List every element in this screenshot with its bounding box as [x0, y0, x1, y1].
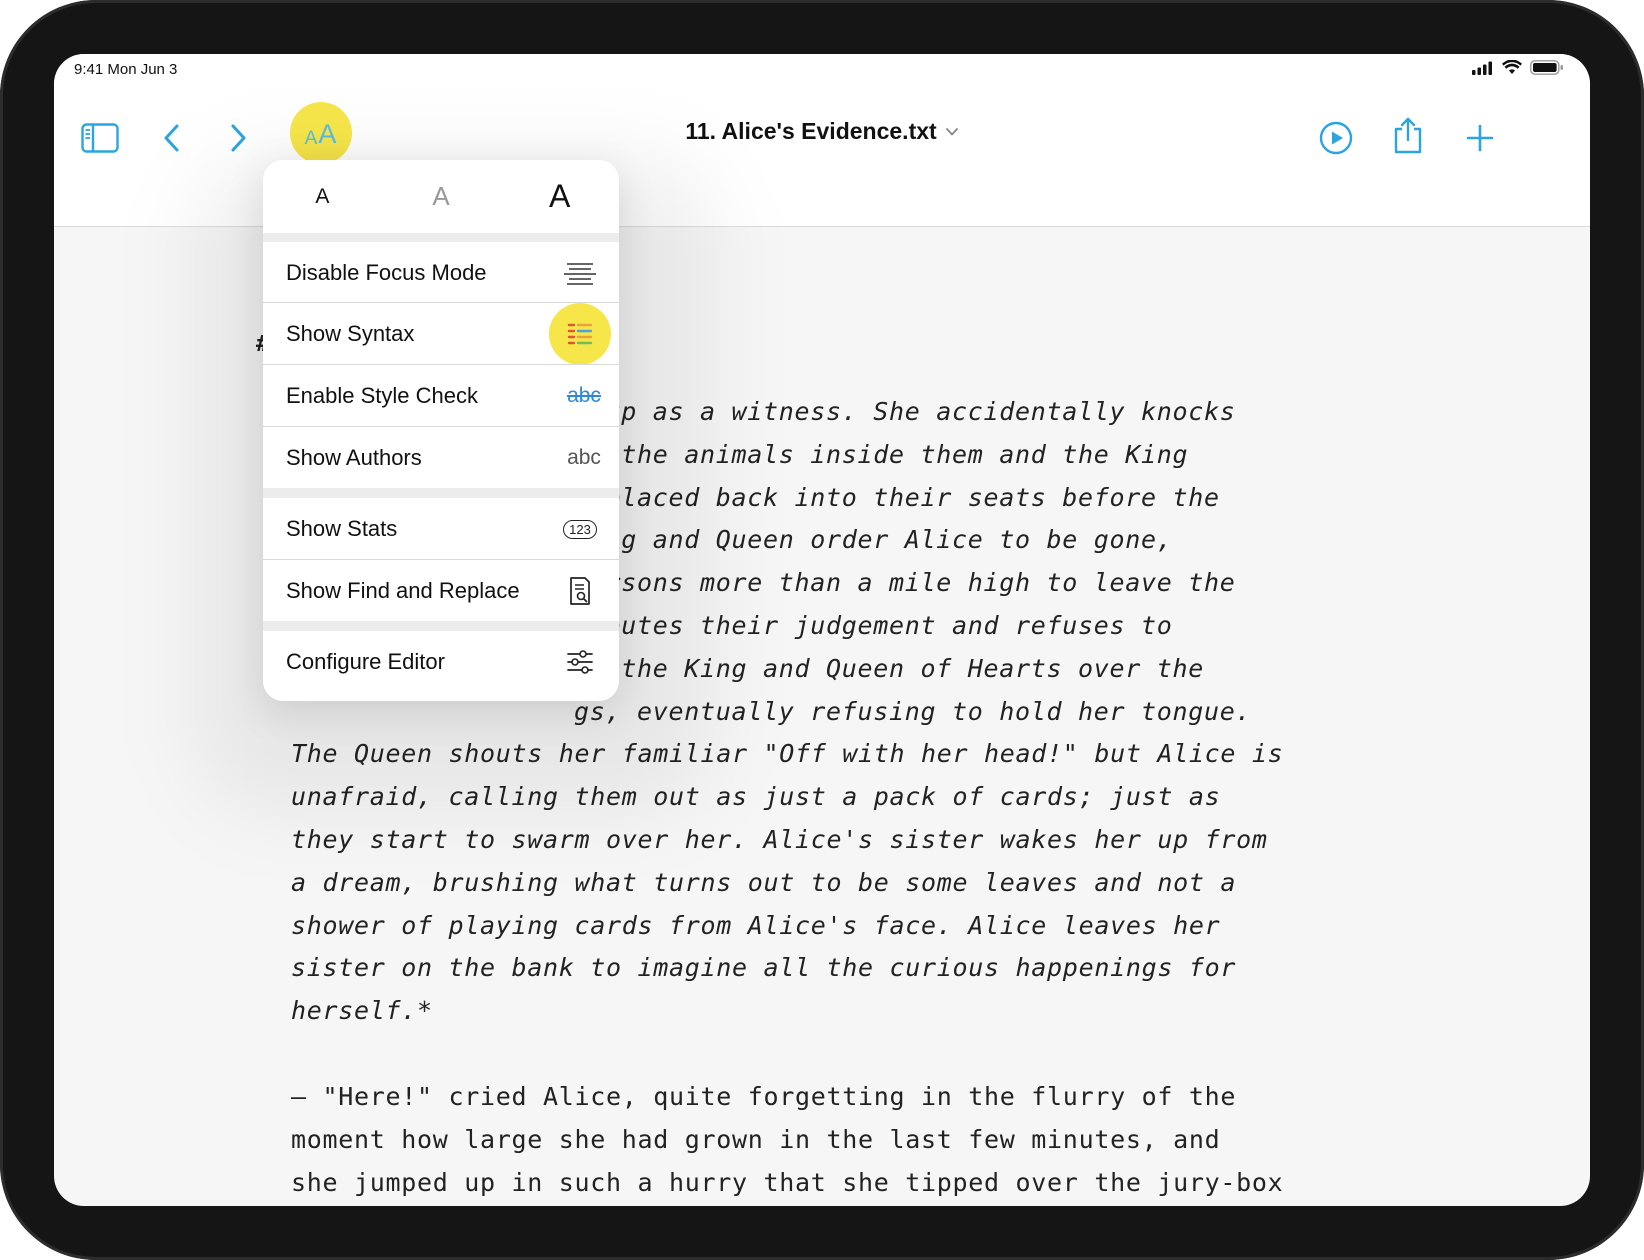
document-line: a dream, brushing what turns out to be s… [291, 867, 1237, 897]
font-size-medium-button[interactable]: A [382, 160, 501, 233]
stats-123-icon: 123 [561, 510, 599, 548]
font-size-large-button[interactable]: A [500, 160, 619, 233]
sliders-icon [561, 643, 599, 681]
document-line: she jumped up in such a hurry that she t… [291, 1167, 1284, 1197]
font-size-small-label: A [315, 184, 330, 208]
font-size-row: A A A [263, 160, 619, 233]
style-check-icon-text: abc [567, 384, 601, 407]
chevron-down-icon [945, 127, 958, 135]
status-time-date: 9:41 Mon Jun 3 [74, 61, 178, 78]
authors-icon-text: abc [567, 446, 601, 469]
document-title-button[interactable]: 11. Alice's Evidence.txt [54, 118, 1590, 145]
menu-item-enable-style-check[interactable]: Enable Style Check abc [263, 365, 619, 426]
font-size-medium-label: A [432, 181, 450, 211]
menu-item-label: Show Stats [286, 516, 398, 541]
menu-item-configure-editor[interactable]: Configure Editor [263, 631, 619, 701]
document-line: they start to swarm over her. Alice's si… [291, 825, 1268, 854]
menu-item-label: Disable Focus Mode [286, 260, 487, 285]
status-bar: 9:41 Mon Jun 3 [54, 54, 1590, 94]
font-size-large-label: A [549, 178, 571, 214]
menu-item-show-syntax[interactable]: Show Syntax [263, 303, 619, 365]
font-size-small-button[interactable]: A [263, 160, 382, 233]
menu-item-label: Show Find and Replace [286, 578, 520, 603]
status-icons [1472, 60, 1564, 75]
menu-item-label: Show Syntax [286, 321, 415, 346]
document-line: herself.* [291, 996, 433, 1026]
document-line: sister on the bank to imagine all the cu… [291, 953, 1237, 983]
menu-item-show-authors[interactable]: Show Authors abc [263, 427, 619, 488]
menu-item-label: Show Authors [286, 445, 422, 470]
menu-item-show-find-replace[interactable]: Show Find and Replace [263, 560, 619, 621]
authors-abc-icon: abc [565, 439, 603, 477]
stats-icon-text: 123 [563, 519, 597, 539]
text-options-menu: A A A Disable Focus Mode Show Syntax Ena… [263, 160, 619, 701]
ipad-frame: 9:41 Mon Jun 3 A A 11. Alice's Evidence.… [0, 0, 1644, 1260]
menu-item-show-stats[interactable]: Show Stats 123 [263, 498, 619, 559]
screen: 9:41 Mon Jun 3 A A 11. Alice's Evidence.… [54, 54, 1590, 1206]
focus-lines-icon [561, 254, 599, 292]
battery-icon [1530, 60, 1563, 75]
document-line: shower of playing cards from Alice's fac… [291, 910, 1221, 940]
menu-item-label: Configure Editor [286, 649, 445, 674]
document-line: — "Here!" cried Alice, quite forgetting … [291, 1082, 1237, 1111]
wifi-icon [1502, 60, 1522, 74]
menu-item-label: Enable Style Check [286, 383, 478, 408]
document-line: moment how large she had grown in the la… [291, 1124, 1221, 1154]
menu-item-disable-focus-mode[interactable]: Disable Focus Mode [263, 242, 619, 303]
strikethrough-abc-icon: abc [565, 377, 603, 415]
document-title: 11. Alice's Evidence.txt [685, 118, 937, 144]
syntax-grid-icon [561, 315, 599, 353]
find-document-icon [561, 572, 599, 610]
cellular-signal-icon [1472, 61, 1492, 75]
